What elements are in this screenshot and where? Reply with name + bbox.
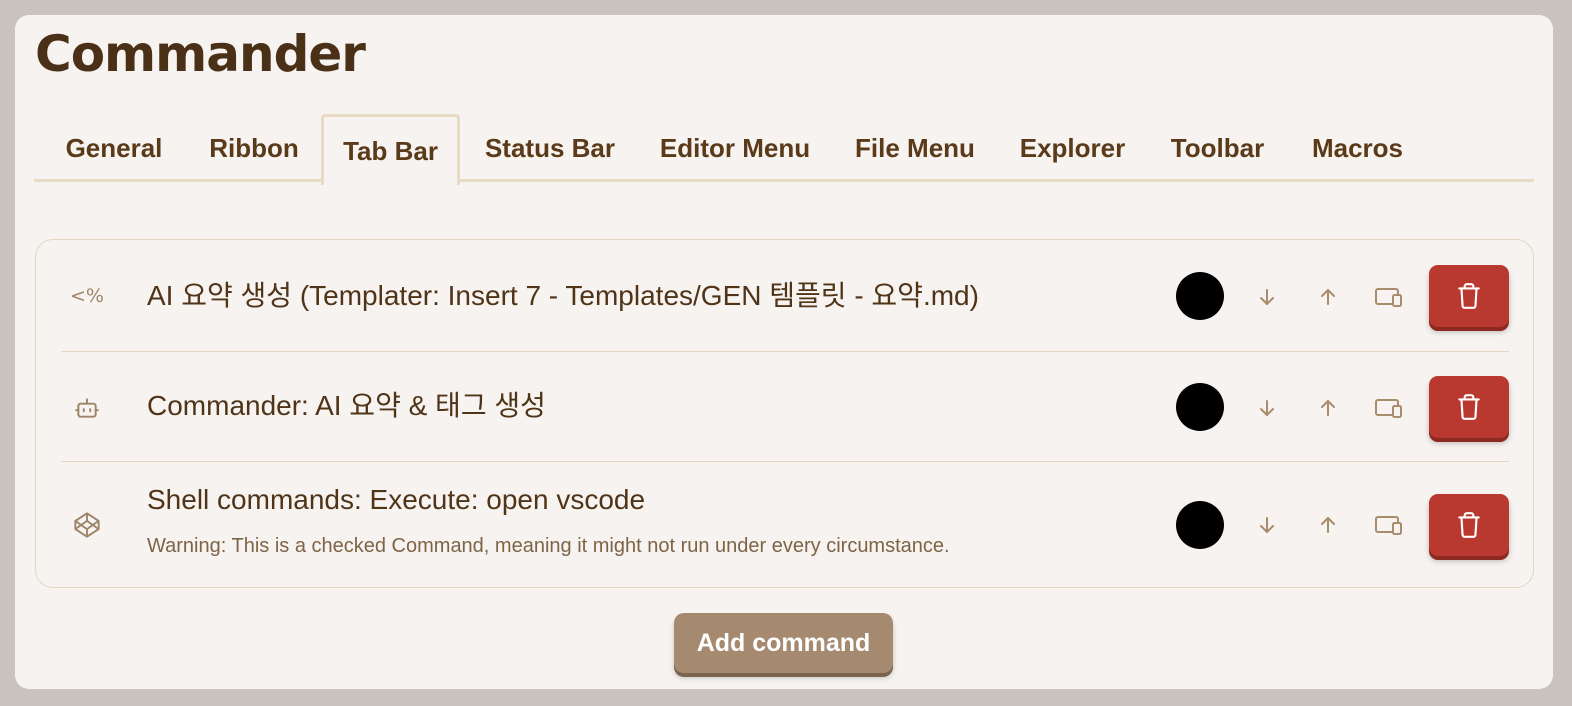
- tab-ribbon[interactable]: Ribbon: [189, 114, 319, 182]
- devices-icon[interactable]: [1372, 280, 1406, 314]
- color-picker[interactable]: [1176, 383, 1224, 431]
- delete-button[interactable]: [1429, 494, 1509, 556]
- tab-editor-menu[interactable]: Editor Menu: [640, 114, 830, 182]
- devices-icon[interactable]: [1372, 508, 1406, 542]
- tab-file-menu[interactable]: File Menu: [835, 114, 995, 182]
- color-picker[interactable]: [1176, 272, 1224, 320]
- command-row: Shell commands: Execute: open vscode War…: [61, 462, 1509, 586]
- arrow-down-icon[interactable]: [1250, 280, 1284, 314]
- tab-toolbar[interactable]: Toolbar: [1150, 114, 1285, 182]
- templater-icon: <%: [70, 285, 104, 307]
- arrow-down-icon[interactable]: [1250, 391, 1284, 425]
- settings-panel: Commander General Ribbon Tab Bar Status …: [15, 15, 1553, 689]
- delete-button[interactable]: [1429, 376, 1509, 438]
- command-list: <% AI 요약 생성 (Templater: Insert 7 - Templ…: [35, 239, 1534, 588]
- tab-tab-bar[interactable]: Tab Bar: [321, 114, 460, 185]
- tab-general[interactable]: General: [44, 114, 184, 182]
- command-warning: Warning: This is a checked Command, mean…: [147, 535, 950, 557]
- page-title: Commander: [35, 25, 366, 83]
- arrow-down-icon[interactable]: [1250, 508, 1284, 542]
- command-row: Commander: AI 요약 & 태그 생성: [61, 352, 1509, 462]
- delete-button[interactable]: [1429, 265, 1509, 327]
- codepen-icon: [69, 507, 105, 543]
- tab-status-bar[interactable]: Status Bar: [465, 114, 635, 182]
- color-picker[interactable]: [1176, 501, 1224, 549]
- arrow-up-icon[interactable]: [1311, 508, 1345, 542]
- arrow-up-icon[interactable]: [1311, 280, 1345, 314]
- command-name: Shell commands: Execute: open vscode: [147, 484, 646, 515]
- devices-icon[interactable]: [1372, 391, 1406, 425]
- tab-explorer[interactable]: Explorer: [1000, 114, 1145, 182]
- command-name: AI 요약 생성 (Templater: Insert 7 - Template…: [147, 280, 979, 311]
- arrow-up-icon[interactable]: [1311, 391, 1345, 425]
- add-command-button[interactable]: Add command: [674, 613, 893, 673]
- tab-macros[interactable]: Macros: [1290, 114, 1425, 182]
- bot-icon: [69, 390, 105, 426]
- command-name: Commander: AI 요약 & 태그 생성: [147, 390, 546, 421]
- tab-bar: General Ribbon Tab Bar Status Bar Editor…: [34, 114, 1534, 185]
- command-row: <% AI 요약 생성 (Templater: Insert 7 - Templ…: [61, 240, 1509, 352]
